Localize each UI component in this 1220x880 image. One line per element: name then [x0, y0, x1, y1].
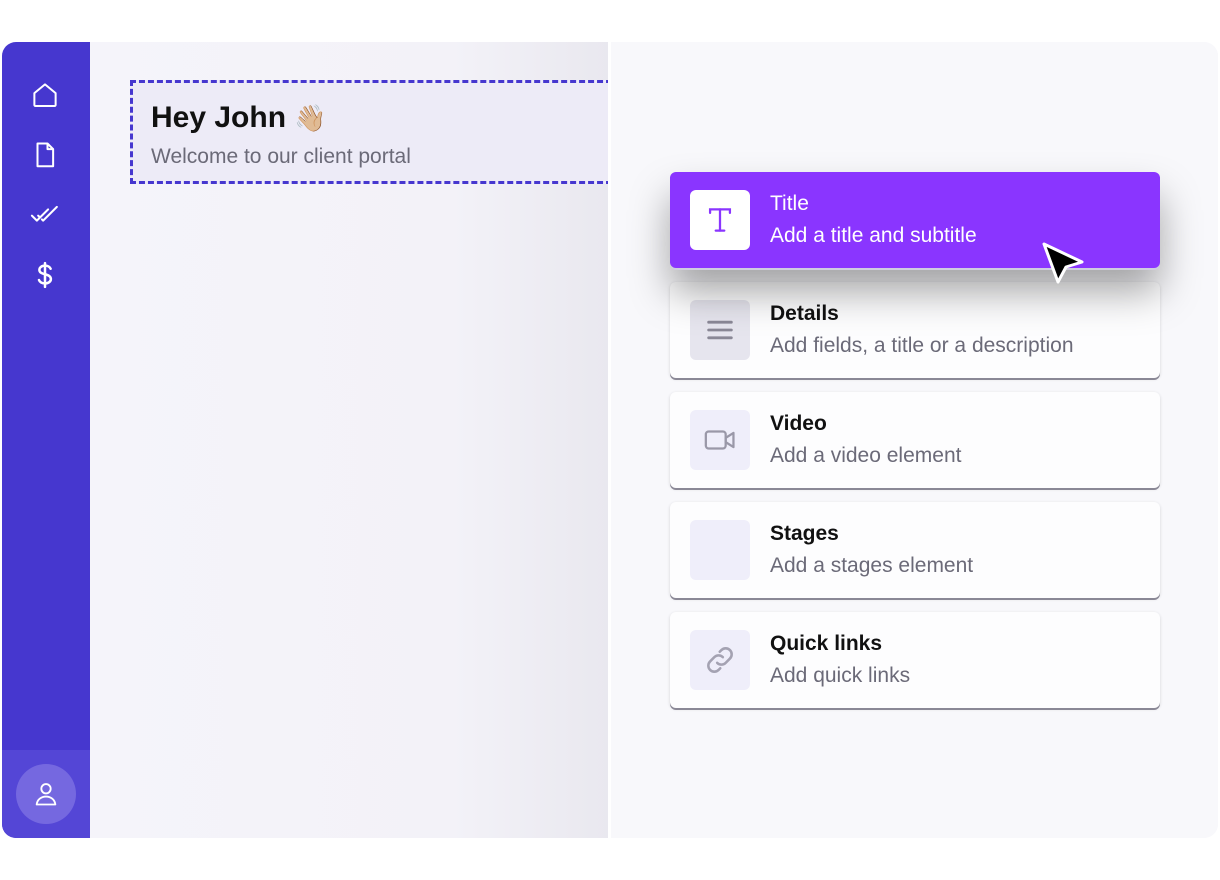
dollar-icon[interactable] [28, 258, 62, 292]
element-card-video[interactable]: Video Add a video element [670, 392, 1160, 488]
welcome-title: Hey John 👋🏼 [151, 101, 326, 135]
element-title: Stages [770, 522, 839, 545]
element-title: Details [770, 302, 839, 325]
mouse-cursor-icon [1042, 242, 1084, 284]
text-t-icon [690, 190, 750, 250]
element-card-details[interactable]: Details Add fields, a title or a descrip… [670, 282, 1160, 378]
element-subtitle: Add a stages element [770, 554, 974, 577]
stages-icon [690, 520, 750, 580]
welcome-block[interactable]: Hey John 👋🏼 Welcome to our client portal [130, 80, 630, 184]
waving-hand-icon: 👋🏼 [294, 102, 327, 133]
element-subtitle: Add quick links [770, 664, 911, 687]
video-camera-icon [690, 410, 750, 470]
elements-panel: Details Add fields, a title or a descrip… [608, 42, 1218, 838]
element-card-quick-links[interactable]: Quick links Add quick links [670, 612, 1160, 708]
element-card-title[interactable]: Title Add a title and subtitle [670, 172, 1160, 268]
element-subtitle: Add fields, a title or a description [770, 334, 1074, 357]
lines-icon [690, 300, 750, 360]
welcome-title-text: Hey John [151, 101, 287, 134]
avatar[interactable] [16, 764, 76, 824]
element-subtitle: Add a video element [770, 444, 962, 467]
app-window: Hey John 👋🏼 Welcome to our client portal… [2, 42, 1218, 838]
welcome-subtitle: Welcome to our client portal [151, 145, 411, 168]
document-icon[interactable] [28, 138, 62, 172]
home-icon[interactable] [28, 78, 62, 112]
double-check-icon[interactable] [28, 198, 62, 232]
element-title: Title [770, 192, 809, 215]
portal-preview: Hey John 👋🏼 Welcome to our client portal [90, 42, 630, 838]
sidebar [2, 42, 90, 838]
element-title: Video [770, 412, 827, 435]
link-icon [690, 630, 750, 690]
element-subtitle: Add a title and subtitle [770, 224, 977, 247]
sidebar-footer [2, 750, 90, 838]
element-title: Quick links [770, 632, 883, 655]
element-card-stages[interactable]: Stages Add a stages element [670, 502, 1160, 598]
